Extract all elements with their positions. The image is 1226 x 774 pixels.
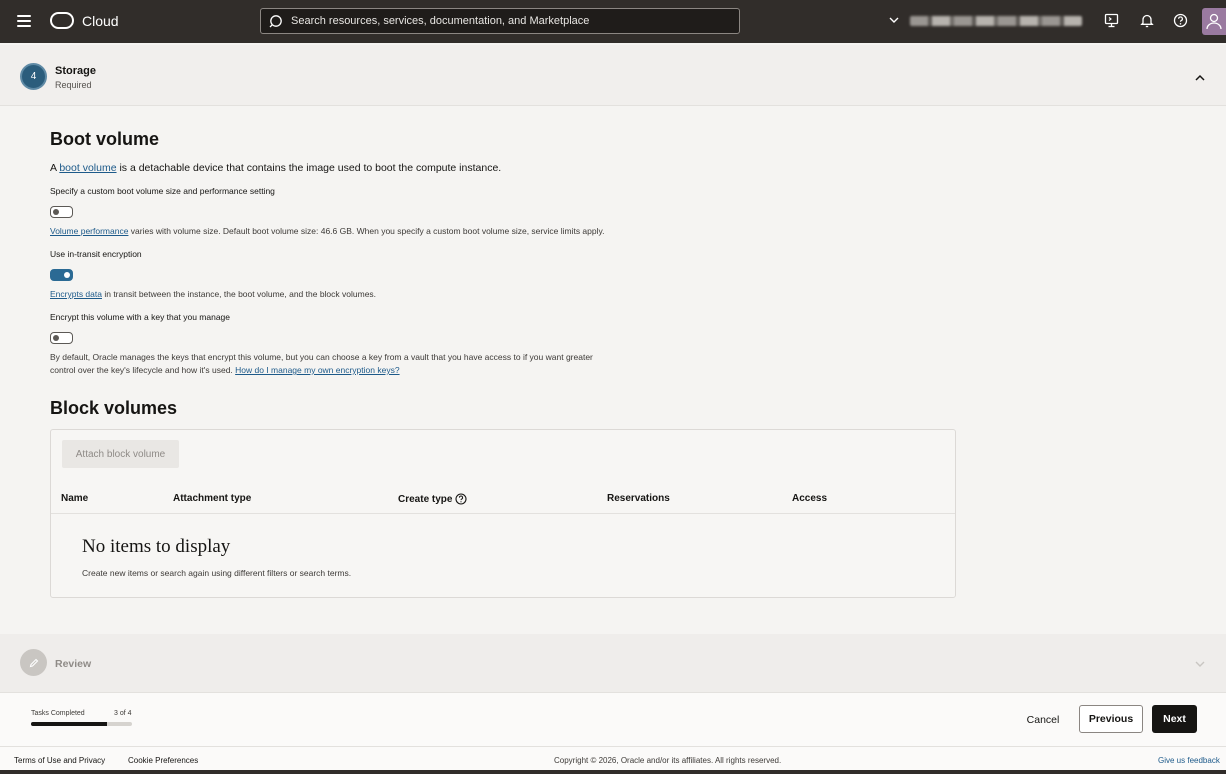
cookie-preferences-link[interactable]: Cookie Preferences (128, 756, 198, 765)
table-header-divider (51, 513, 955, 514)
own-key-text-2: control over the key's lifecycle and how… (50, 365, 236, 375)
own-key-text-line2: control over the key's lifecycle and how… (50, 364, 593, 377)
tenancy-name-redacted[interactable] (910, 16, 1082, 26)
search-box[interactable] (260, 8, 740, 34)
terms-link[interactable]: Terms of Use and Privacy (14, 756, 105, 765)
manage-keys-link[interactable]: How do I manage my own encryption keys? (235, 365, 399, 375)
review-step-badge (20, 649, 47, 676)
boot-volume-link[interactable]: boot volume (59, 162, 116, 174)
tasks-completed-count: 3 of 4 (114, 710, 132, 717)
tasks-progress-fill (31, 722, 107, 726)
own-key-help: By default, Oracle manages the keys that… (50, 351, 593, 377)
user-icon (1206, 13, 1222, 30)
section-title: Storage (55, 65, 96, 77)
custom-size-toggle[interactable] (50, 206, 73, 218)
custom-size-label: Specify a custom boot volume size and pe… (50, 186, 275, 196)
in-transit-encryption-toggle[interactable] (50, 269, 73, 281)
cloud-logo[interactable] (50, 12, 74, 29)
volume-performance-link[interactable]: Volume performance (50, 226, 128, 236)
chevron-up-icon[interactable] (1194, 73, 1206, 83)
previous-button[interactable]: Previous (1079, 705, 1143, 733)
intro-prefix: A (50, 162, 60, 174)
in-transit-label: Use in-transit encryption (50, 249, 142, 259)
transit-text: in transit between the instance, the boo… (101, 289, 377, 299)
step-number-badge: 4 (20, 63, 47, 90)
boot-volume-intro: A boot volume is a detachable device tha… (50, 162, 501, 174)
help-icon[interactable] (1173, 13, 1188, 28)
tenancy-region-selector[interactable] (888, 14, 900, 26)
brand-name[interactable]: Cloud (82, 13, 119, 29)
intro-suffix: is a detachable device that contains the… (116, 162, 502, 174)
empty-state-title: No items to display (82, 536, 231, 557)
next-button[interactable]: Next (1152, 705, 1197, 733)
encrypts-data-link[interactable]: Encrypts data (50, 289, 102, 299)
empty-state-subtitle: Create new items or search again using d… (82, 568, 352, 578)
toggle-knob (53, 334, 59, 341)
storage-section-header[interactable]: 4 Storage Required (0, 45, 1226, 106)
top-navigation-bar: Cloud (0, 0, 1226, 43)
review-title: Review (55, 658, 92, 670)
own-key-toggle[interactable] (50, 332, 73, 344)
feedback-link[interactable]: Give us feedback (1158, 756, 1220, 765)
block-volumes-heading: Block volumes (50, 398, 178, 418)
block-volumes-table: Attach block volume Name Attachment type… (50, 429, 956, 598)
own-key-text-line1: By default, Oracle manages the keys that… (50, 352, 593, 362)
tasks-progress-bar (31, 722, 132, 726)
pencil-icon (29, 658, 38, 667)
boot-volume-heading: Boot volume (50, 129, 160, 149)
column-header-reservations[interactable]: Reservations (607, 493, 670, 504)
chevron-down-icon[interactable] (1194, 659, 1206, 669)
section-subtitle: Required (55, 80, 92, 90)
perf-text: varies with volume size. Default boot vo… (128, 226, 605, 236)
attach-block-volume-button[interactable]: Attach block volume (62, 440, 179, 468)
own-key-label: Encrypt this volume with a key that you … (50, 312, 231, 322)
column-header-access[interactable]: Access (792, 493, 827, 504)
bell-icon[interactable] (1140, 13, 1154, 28)
wizard-action-bar: Tasks Completed 3 of 4 Cancel Previous N… (0, 692, 1226, 746)
toggle-knob (64, 271, 70, 278)
column-header-create-type-wrap[interactable]: Create type (398, 493, 468, 505)
search-icon (269, 15, 282, 28)
column-header-attachment-type[interactable]: Attachment type (173, 493, 251, 504)
cancel-button[interactable]: Cancel (1016, 706, 1070, 733)
column-header-name[interactable]: Name (61, 493, 88, 504)
search-input[interactable] (291, 15, 739, 27)
chevron-down-icon (889, 17, 899, 23)
tasks-completed-label: Tasks Completed (31, 710, 85, 717)
menu-icon[interactable] (17, 15, 31, 27)
toggle-knob (53, 208, 59, 215)
in-transit-help: Encrypts data in transit between the ins… (50, 288, 376, 301)
avatar[interactable] (1202, 8, 1226, 35)
cloud-shell-icon[interactable] (1104, 13, 1119, 28)
bottom-edge (0, 770, 1226, 774)
copyright-text: Copyright © 2026, Oracle and/or its affi… (554, 756, 782, 765)
help-icon[interactable] (455, 493, 468, 505)
volume-performance-help: Volume performance varies with volume si… (50, 225, 604, 238)
review-section-header[interactable]: Review (0, 634, 1226, 692)
column-header-create-type: Create type (398, 493, 453, 505)
